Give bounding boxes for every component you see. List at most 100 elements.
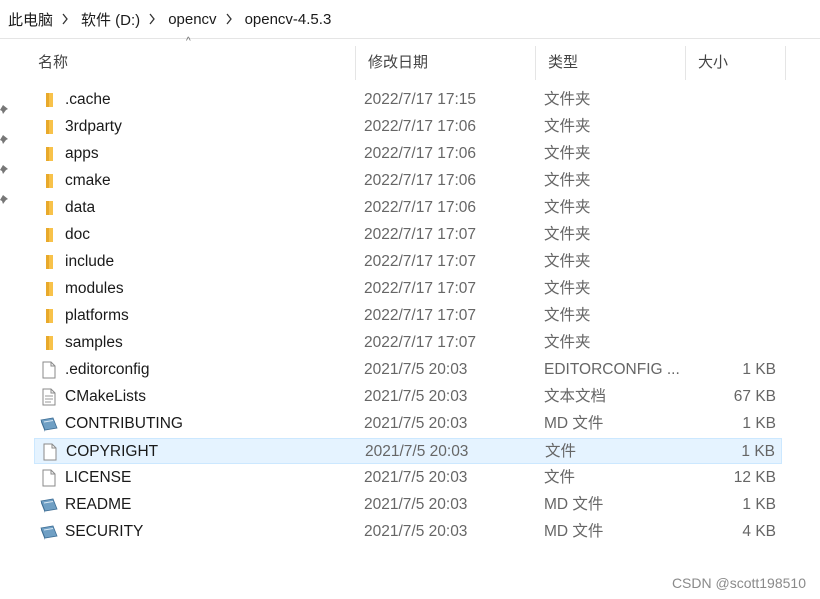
column-header-row: ^ 名称 修改日期 类型 大小 — [26, 36, 786, 82]
file-row[interactable]: apps 2022/7/17 17:06 文件夹 — [34, 141, 782, 167]
file-name: .editorconfig — [65, 361, 150, 378]
chevron-right-icon[interactable] — [61, 13, 73, 25]
file-modified-date: 2022/7/17 17:07 — [364, 280, 477, 297]
file-modified-date: 2021/7/5 20:03 — [364, 469, 468, 486]
pin-icon[interactable] — [0, 164, 10, 176]
file-row[interactable]: 3rdparty 2022/7/17 17:06 文件夹 — [34, 114, 782, 140]
file-row[interactable]: SECURITY 2021/7/5 20:03 MD 文件 4 KB — [34, 519, 782, 545]
file-name: cmake — [65, 172, 111, 189]
pin-icon[interactable] — [0, 194, 10, 206]
folder-icon — [40, 334, 58, 352]
file-row[interactable]: include 2022/7/17 17:07 文件夹 — [34, 249, 782, 275]
file-name: include — [65, 253, 115, 270]
file-size: 1 KB — [742, 361, 776, 378]
file-name: README — [65, 496, 132, 513]
folder-icon — [40, 91, 58, 109]
chevron-right-icon[interactable] — [148, 13, 160, 25]
file-row[interactable]: .editorconfig 2021/7/5 20:03 EDITORCONFIG … — [34, 357, 782, 383]
file-modified-date: 2022/7/17 17:07 — [364, 307, 477, 324]
column-header-type[interactable]: 类型 — [536, 46, 686, 80]
file-name: CONTRIBUTING — [65, 415, 183, 432]
chevron-right-icon[interactable] — [225, 13, 237, 25]
file-modified-date: 2021/7/5 20:03 — [364, 523, 468, 540]
file-modified-date: 2021/7/5 20:03 — [364, 361, 468, 378]
file-type: MD 文件 — [544, 415, 604, 432]
file-row[interactable]: modules 2022/7/17 17:07 文件夹 — [34, 276, 782, 302]
pin-icon[interactable] — [0, 104, 10, 116]
markdown-file-icon — [40, 496, 58, 514]
file-modified-date: 2021/7/5 20:03 — [364, 496, 468, 513]
file-type: 文本文档 — [544, 388, 607, 405]
file-modified-date: 2022/7/17 17:07 — [364, 226, 477, 243]
file-name: CMakeLists — [65, 388, 146, 405]
file-type: 文件夹 — [544, 199, 591, 216]
file-name: SECURITY — [65, 523, 144, 540]
markdown-file-icon — [40, 415, 58, 433]
file-name: COPYRIGHT — [66, 443, 159, 460]
file-type: EDITORCONFIG ... — [544, 361, 680, 378]
column-header-size-label: 大小 — [698, 54, 729, 71]
file-type: 文件夹 — [544, 280, 591, 297]
folder-icon — [40, 253, 58, 271]
file-row[interactable]: CONTRIBUTING 2021/7/5 20:03 MD 文件 1 KB — [34, 411, 782, 437]
file-modified-date: 2021/7/5 20:03 — [364, 388, 468, 405]
file-name: doc — [65, 226, 90, 243]
file-name: data — [65, 199, 96, 216]
file-modified-date: 2021/7/5 20:03 — [364, 415, 468, 432]
folder-icon — [40, 172, 58, 190]
folder-icon — [40, 145, 58, 163]
column-header-date[interactable]: 修改日期 — [356, 46, 536, 80]
file-row[interactable]: samples 2022/7/17 17:07 文件夹 — [34, 330, 782, 356]
file-name: .cache — [65, 91, 111, 108]
file-row[interactable]: README 2021/7/5 20:03 MD 文件 1 KB — [34, 492, 782, 518]
column-header-name[interactable]: 名称 — [26, 46, 356, 80]
folder-icon — [40, 226, 58, 244]
file-modified-date: 2022/7/17 17:06 — [364, 172, 477, 189]
file-name: 3rdparty — [65, 118, 122, 135]
file-row[interactable]: .cache 2022/7/17 17:15 文件夹 — [34, 87, 782, 113]
file-icon — [41, 443, 59, 461]
file-modified-date: 2022/7/17 17:06 — [364, 199, 477, 216]
file-row[interactable]: data 2022/7/17 17:06 文件夹 — [34, 195, 782, 221]
file-name: modules — [65, 280, 124, 297]
file-row[interactable]: doc 2022/7/17 17:07 文件夹 — [34, 222, 782, 248]
file-size: 1 KB — [742, 496, 776, 513]
breadcrumb-opencv[interactable]: opencv — [160, 11, 224, 28]
file-name: apps — [65, 145, 99, 162]
folder-icon — [40, 118, 58, 136]
file-row[interactable]: LICENSE 2021/7/5 20:03 文件 12 KB — [34, 465, 782, 491]
file-type: 文件夹 — [544, 226, 591, 243]
file-type: 文件夹 — [544, 334, 591, 351]
file-type: 文件夹 — [544, 307, 591, 324]
file-row[interactable]: COPYRIGHT 2021/7/5 20:03 文件 1 KB — [34, 438, 782, 464]
file-icon — [40, 361, 58, 379]
text-file-icon — [40, 388, 58, 406]
file-size: 4 KB — [742, 523, 776, 540]
file-modified-date: 2022/7/17 17:06 — [364, 145, 477, 162]
file-type: 文件夹 — [544, 253, 591, 270]
file-type: 文件夹 — [544, 118, 591, 135]
column-header-type-label: 类型 — [548, 54, 579, 71]
file-row[interactable]: platforms 2022/7/17 17:07 文件夹 — [34, 303, 782, 329]
pin-icon[interactable] — [0, 134, 10, 146]
file-type: MD 文件 — [544, 496, 604, 513]
file-size: 1 KB — [741, 443, 775, 460]
file-modified-date: 2022/7/17 17:07 — [364, 253, 477, 270]
file-modified-date: 2022/7/17 17:06 — [364, 118, 477, 135]
file-row[interactable]: cmake 2022/7/17 17:06 文件夹 — [34, 168, 782, 194]
file-name: platforms — [65, 307, 129, 324]
breadcrumb-this-pc[interactable]: 此电脑 — [0, 9, 61, 30]
file-modified-date: 2022/7/17 17:15 — [364, 91, 477, 108]
file-type: 文件夹 — [544, 91, 591, 108]
file-size: 12 KB — [733, 469, 776, 486]
file-type: 文件夹 — [544, 172, 591, 189]
breadcrumb-drive-d[interactable]: 软件 (D:) — [73, 9, 148, 30]
file-type: 文件 — [545, 443, 577, 460]
column-header-size[interactable]: 大小 — [686, 46, 786, 80]
address-breadcrumb: 此电脑 软件 (D:) opencv opencv-4.5.3 — [0, 0, 820, 39]
file-row[interactable]: CMakeLists 2021/7/5 20:03 文本文档 67 KB — [34, 384, 782, 410]
folder-icon — [40, 280, 58, 298]
file-icon — [40, 469, 58, 487]
breadcrumb-opencv-4-5-3[interactable]: opencv-4.5.3 — [237, 11, 340, 28]
file-name: LICENSE — [65, 469, 132, 486]
